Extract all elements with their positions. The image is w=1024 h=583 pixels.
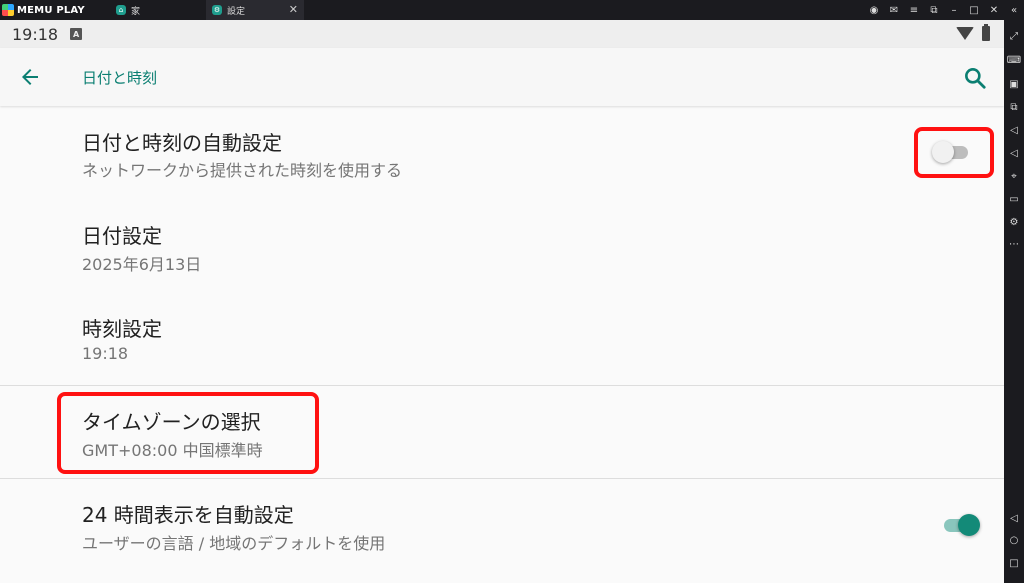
android-screen: 19:18 A 日付と時刻 日付と時刻の自動設定 ネットワークから提供された時刻… xyxy=(0,20,1004,583)
apk-icon[interactable]: ▣ xyxy=(1004,76,1024,94)
search-icon[interactable] xyxy=(962,65,988,91)
more-icon[interactable]: ⋯ xyxy=(1004,236,1024,254)
android-home-icon[interactable]: ○ xyxy=(1004,532,1024,550)
account-icon[interactable]: ◉ xyxy=(864,5,884,16)
highlight-box-switch xyxy=(914,127,994,178)
close-icon[interactable]: ✕ xyxy=(984,5,1004,16)
list-item-auto-datetime[interactable]: 日付と時刻の自動設定 ネットワークから提供された時刻を使用する xyxy=(0,108,1004,200)
volume-up-icon[interactable]: ◁ xyxy=(1004,122,1024,140)
tab-home[interactable]: ⌂ 家 xyxy=(110,0,206,20)
home-app-icon: ⌂ xyxy=(116,5,126,15)
battery-icon xyxy=(982,24,990,41)
restore-icon[interactable]: ⧉ xyxy=(924,5,944,16)
tab-settings-label: 設定 xyxy=(227,6,246,17)
folder-icon[interactable]: ▭ xyxy=(1004,191,1024,209)
notification-badge-icon: A xyxy=(70,28,83,40)
tab-close-icon[interactable]: ✕ xyxy=(289,3,298,16)
item-subtitle: 19:18 xyxy=(82,344,129,363)
minimize-icon[interactable]: – xyxy=(944,5,964,16)
android-recents-icon[interactable]: □ xyxy=(1004,555,1024,573)
status-time: 19:18 xyxy=(12,24,59,44)
memu-logo-icon xyxy=(2,4,14,16)
page-title: 日付と時刻 xyxy=(82,69,158,87)
emulator-side-toolbar: ⤢ ⌨ ▣ ⧉ ◁ ◁ ⌖ ▭ ⚙ ⋯ ◁ ○ □ xyxy=(1004,20,1024,583)
mail-icon[interactable]: ✉ xyxy=(884,5,904,16)
item-title: 日付と時刻の自動設定 xyxy=(82,131,282,155)
multi-window-icon[interactable]: ⧉ xyxy=(1004,99,1024,117)
brand-name: MEMU PLAY xyxy=(17,4,85,16)
list-item-set-date[interactable]: 日付設定 2025年6月13日 xyxy=(0,200,1004,292)
tab-settings[interactable]: ⚙ 設定 ✕ xyxy=(206,0,304,20)
keyboard-icon[interactable]: ⌨ xyxy=(1004,52,1024,70)
maximize-icon[interactable]: □ xyxy=(964,5,984,16)
wifi-icon xyxy=(956,27,974,40)
settings-icon[interactable]: ⚙ xyxy=(1004,214,1024,232)
item-subtitle: 2025年6月13日 xyxy=(82,255,202,274)
item-title: 時刻設定 xyxy=(82,317,162,341)
emulator-titlebar: MEMU PLAY ⌂ 家 ⚙ 設定 ✕ ◉ ✉ ≡ ⧉ – □ ✕ « xyxy=(0,0,1024,20)
settings-app-icon: ⚙ xyxy=(212,5,222,15)
item-subtitle: ネットワークから提供された時刻を使用する xyxy=(82,161,403,180)
memu-brand: MEMU PLAY xyxy=(0,0,110,20)
fullscreen-icon[interactable]: ⤢ xyxy=(1004,28,1024,46)
highlight-box-timezone xyxy=(57,392,319,474)
location-icon[interactable]: ⌖ xyxy=(1004,168,1024,186)
list-item-24-hour[interactable]: 24 時間表示を自動設定 ユーザーの言語 / 地域のデフォルトを使用 xyxy=(0,479,1004,583)
24-hour-switch[interactable] xyxy=(940,512,980,538)
status-bar: 19:18 A xyxy=(0,20,1004,48)
list-item-set-time[interactable]: 時刻設定 19:18 xyxy=(0,292,1004,384)
android-back-icon[interactable]: ◁ xyxy=(1004,510,1024,528)
back-arrow-icon[interactable] xyxy=(18,65,42,89)
tab-home-label: 家 xyxy=(131,6,141,17)
item-subtitle: ユーザーの言語 / 地域のデフォルトを使用 xyxy=(82,534,386,553)
app-bar: 日付と時刻 xyxy=(0,48,1004,106)
menu-icon[interactable]: ≡ xyxy=(904,5,924,16)
collapse-icon[interactable]: « xyxy=(1004,5,1024,16)
item-title: 日付設定 xyxy=(82,224,162,248)
item-title: 24 時間表示を自動設定 xyxy=(82,503,294,527)
volume-down-icon[interactable]: ◁ xyxy=(1004,145,1024,163)
